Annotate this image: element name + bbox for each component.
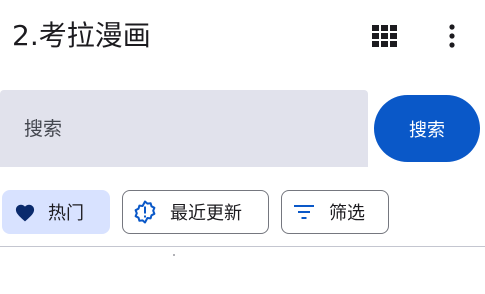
app-title: 2.考拉漫画 <box>12 19 151 52</box>
loading-dot <box>173 254 175 256</box>
chip-filter[interactable]: 筛选 <box>281 190 389 234</box>
grid-view-icon <box>372 25 397 47</box>
grid-view-button[interactable] <box>365 16 405 56</box>
chip-hot-label: 热门 <box>48 203 84 224</box>
app-screen: 2.考拉漫画 搜索 搜索 热门 最近更新 筛选 <box>0 0 485 294</box>
chip-hot[interactable]: 热门 <box>2 190 110 234</box>
chip-filter-label: 筛选 <box>329 203 365 224</box>
heart-icon <box>13 200 37 224</box>
chip-recent-updates-label: 最近更新 <box>170 203 242 224</box>
search-field[interactable] <box>0 90 368 167</box>
more-options-button[interactable] <box>432 16 472 56</box>
filter-icon <box>292 200 316 224</box>
top-app-bar: 2.考拉漫画 <box>0 0 485 72</box>
chip-recent-updates[interactable]: 最近更新 <box>122 190 269 234</box>
divider <box>0 246 485 247</box>
new-releases-icon <box>133 200 157 224</box>
more-vert-icon <box>449 24 455 48</box>
search-input[interactable] <box>24 90 354 167</box>
search-button[interactable]: 搜索 <box>374 95 480 162</box>
